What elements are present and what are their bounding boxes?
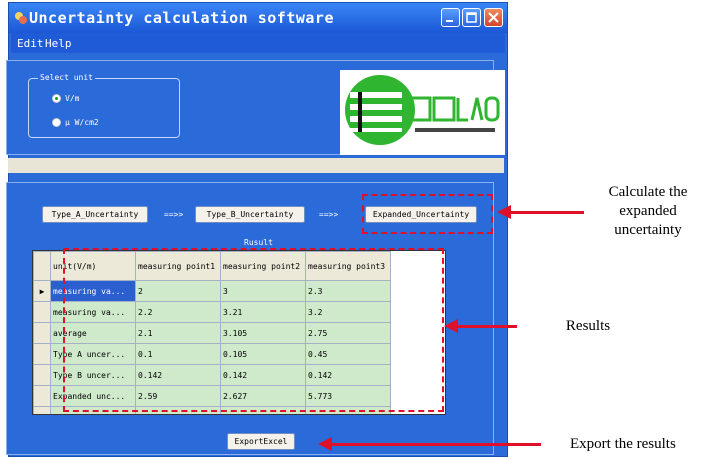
results-arrow-line bbox=[457, 325, 517, 328]
annotation-results: Results bbox=[565, 318, 611, 334]
lab-logo bbox=[340, 70, 505, 155]
title-bar[interactable]: Uncertainty calculation software bbox=[9, 3, 507, 33]
results-highlight-box bbox=[63, 248, 444, 412]
close-icon bbox=[488, 12, 499, 23]
expanded-arrow-line bbox=[510, 211, 584, 214]
flow-arrow-1: ==>> bbox=[164, 210, 184, 219]
expanded-highlight-box bbox=[362, 194, 493, 234]
minimize-icon bbox=[446, 20, 453, 22]
export-arrow-line bbox=[331, 443, 541, 446]
type-b-button[interactable]: Type_B_Uncertainty bbox=[195, 206, 305, 223]
row-header[interactable] bbox=[33, 385, 51, 407]
maximize-button[interactable] bbox=[462, 8, 481, 27]
row-header[interactable] bbox=[33, 322, 51, 344]
radio-uw-cm2[interactable] bbox=[52, 118, 61, 127]
results-arrow-head bbox=[444, 319, 458, 333]
maximize-icon bbox=[466, 12, 477, 23]
menu-help[interactable]: Help bbox=[45, 37, 72, 50]
annotation-expanded: Calculate the expanded uncertainty bbox=[608, 184, 688, 238]
flow-arrow-2: ==>> bbox=[319, 210, 339, 219]
export-arrow-head bbox=[318, 437, 332, 451]
unit-groupbox bbox=[28, 78, 180, 138]
menu-bar: Edit Help bbox=[11, 33, 505, 53]
new-row-marker: * bbox=[33, 406, 51, 414]
type-a-button[interactable]: Type_A_Uncertainty bbox=[42, 206, 148, 223]
window-title: Uncertainty calculation software bbox=[29, 9, 334, 27]
radio-vm-label[interactable]: V/m bbox=[65, 94, 79, 103]
row-header[interactable] bbox=[33, 343, 51, 365]
expanded-arrow-head bbox=[497, 205, 511, 219]
radio-vm[interactable] bbox=[52, 94, 61, 103]
grid-corner bbox=[33, 251, 51, 281]
row-header[interactable] bbox=[33, 364, 51, 386]
app-icon bbox=[15, 12, 27, 24]
radio-uw-cm2-label[interactable]: μ W/cm2 bbox=[65, 118, 99, 127]
close-button[interactable] bbox=[484, 8, 503, 27]
menu-edit[interactable]: Edit bbox=[17, 37, 44, 50]
annotation-export: Export the results bbox=[570, 436, 676, 452]
unit-group-legend: Select unit bbox=[38, 73, 95, 82]
export-excel-button[interactable]: ExportExcel bbox=[227, 433, 295, 450]
current-row-marker: ▶ bbox=[33, 280, 51, 302]
row-header[interactable] bbox=[33, 301, 51, 323]
result-label: Rusult bbox=[244, 238, 273, 247]
separator-strip bbox=[8, 158, 504, 173]
minimize-button[interactable] bbox=[441, 8, 460, 27]
